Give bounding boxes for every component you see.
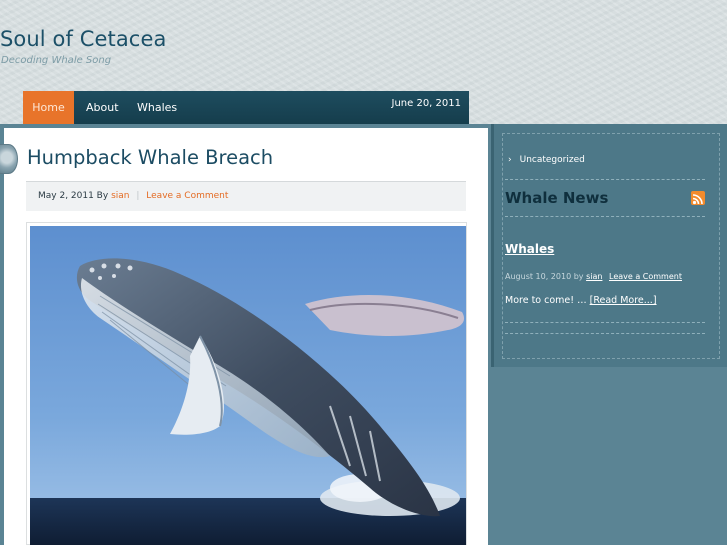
chevron-right-icon: › <box>508 155 512 165</box>
post-meta-bar: May 2, 2011 By sian | Leave a Comment <box>26 181 466 211</box>
site-tagline: Decoding Whale Song <box>1 55 112 66</box>
category-uncategorized[interactable]: › Uncategorized <box>508 155 585 165</box>
nav-item-about[interactable]: About <box>86 91 119 124</box>
whale-news-heading: Whale News <box>505 189 609 207</box>
post-title[interactable]: Humpback Whale Breach <box>27 146 273 169</box>
sidebar-post-title[interactable]: Whales <box>505 242 554 256</box>
nav-item-whales[interactable]: Whales <box>137 91 177 124</box>
category-label: Uncategorized <box>519 155 585 165</box>
current-date: June 20, 2011 <box>391 98 462 109</box>
meta-separator: | <box>136 191 140 201</box>
rss-feed-icon[interactable] <box>691 191 705 205</box>
divider <box>505 216 705 217</box>
leave-comment-link[interactable]: Leave a Comment <box>146 191 228 201</box>
sidebar-leave-comment-link[interactable]: Leave a Comment <box>609 272 682 281</box>
site-title[interactable]: Soul of Cetacea <box>0 27 166 51</box>
divider <box>505 179 705 180</box>
humpback-whale-image[interactable] <box>30 226 466 545</box>
divider <box>505 322 705 323</box>
read-more-link[interactable]: [Read More...] <box>590 295 657 306</box>
sidebar-post-excerpt: More to come! … [Read More...] <box>505 295 657 306</box>
nav-item-home[interactable]: Home <box>23 91 74 124</box>
divider <box>505 333 705 334</box>
sidebar-post-date: August 10, 2010 by <box>505 272 584 281</box>
post-date-by: May 2, 2011 By <box>38 191 109 201</box>
post-author-link[interactable]: sian <box>111 191 129 201</box>
post-meta: May 2, 2011 By sian | Leave a Comment <box>38 191 228 201</box>
excerpt-text: More to come! … <box>505 295 587 306</box>
sidebar-post-author-link[interactable]: sian <box>586 272 602 281</box>
sidebar-post-meta: August 10, 2010 by sian Leave a Comment <box>505 272 682 281</box>
main-navigation: Home About Whales June 20, 2011 <box>23 91 469 124</box>
